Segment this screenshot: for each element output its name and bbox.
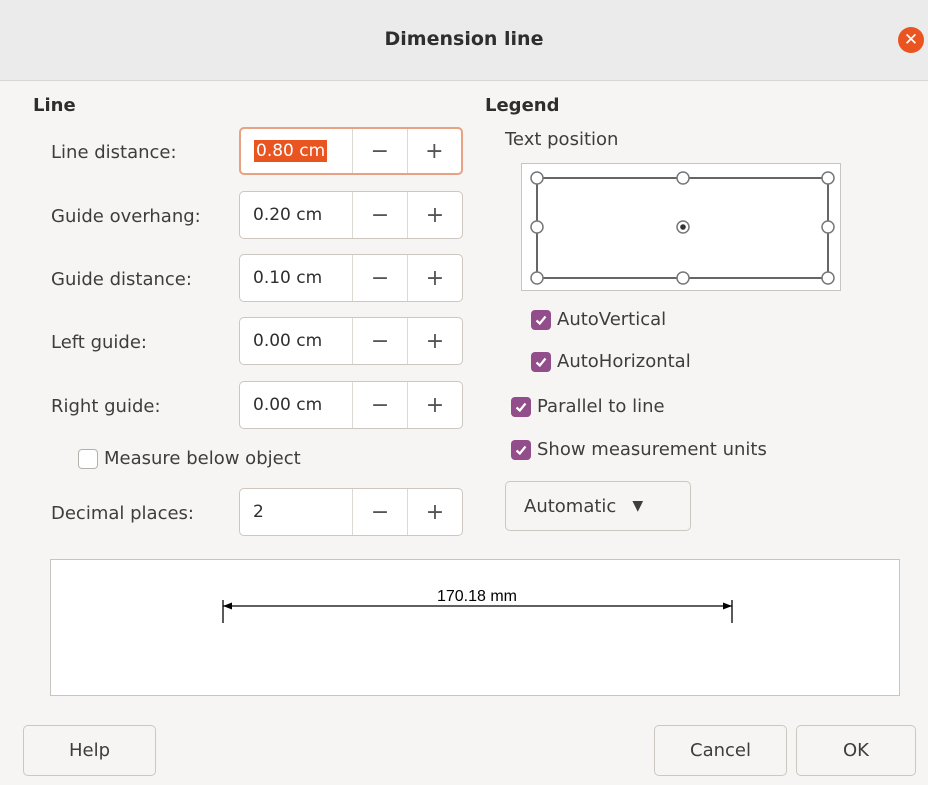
guide-distance-label: Guide distance: xyxy=(51,269,192,290)
minus-icon: − xyxy=(370,138,390,164)
right-guide-increment-button[interactable]: + xyxy=(407,382,462,428)
checkbox-unchecked-icon xyxy=(78,448,98,469)
cancel-button[interactable]: Cancel xyxy=(654,725,787,776)
minus-icon: − xyxy=(370,392,390,418)
parallel-to-line-label: Parallel to line xyxy=(537,396,665,417)
position-middle-right xyxy=(821,220,835,234)
right-guide-input[interactable]: 0.00 cm xyxy=(240,382,352,428)
plus-icon: + xyxy=(425,138,444,164)
minus-icon: − xyxy=(370,202,390,228)
checkmark-icon xyxy=(531,309,551,330)
dialog-title: Dimension line xyxy=(384,28,544,50)
decimal-places-label: Decimal places: xyxy=(51,503,194,524)
decimal-places-decrement-button[interactable]: − xyxy=(352,489,407,535)
left-guide-increment-button[interactable]: + xyxy=(407,318,462,364)
right-guide-decrement-button[interactable]: − xyxy=(352,382,407,428)
line-distance-input[interactable]: 0.80 cm xyxy=(241,129,352,173)
left-guide-label: Left guide: xyxy=(51,332,147,353)
close-icon: ✕ xyxy=(903,29,919,50)
guide-overhang-label: Guide overhang: xyxy=(51,206,201,227)
measurement-units-value: Automatic xyxy=(524,495,617,517)
legend-section-heading: Legend xyxy=(485,95,560,116)
minus-icon: − xyxy=(370,499,390,525)
text-position-grid xyxy=(530,171,835,285)
guide-overhang-spinbox: 0.20 cm − + xyxy=(239,191,463,239)
selected-position-dot xyxy=(680,224,686,230)
minus-icon: − xyxy=(370,265,390,291)
left-guide-spinbox: 0.00 cm − + xyxy=(239,317,463,365)
left-guide-decrement-button[interactable]: − xyxy=(352,318,407,364)
position-top-right xyxy=(821,171,835,185)
guide-distance-spinbox: 0.10 cm − + xyxy=(239,254,463,302)
dimension-preview: 170.18 mm xyxy=(50,559,900,696)
right-guide-label: Right guide: xyxy=(51,396,161,417)
help-button[interactable]: Help xyxy=(23,725,156,776)
line-distance-decrement-button[interactable]: − xyxy=(352,129,406,173)
guide-distance-input[interactable]: 0.10 cm xyxy=(240,255,352,301)
dropdown-arrow-icon: ▼ xyxy=(632,498,644,514)
plus-icon: + xyxy=(425,328,445,354)
decimal-places-spinbox: 2 − + xyxy=(239,488,463,536)
show-measurement-units-checkbox[interactable]: Show measurement units xyxy=(511,439,767,460)
decimal-places-increment-button[interactable]: + xyxy=(407,489,462,535)
text-position-label: Text position xyxy=(505,129,619,150)
line-distance-label: Line distance: xyxy=(51,142,177,163)
measurement-units-dropdown[interactable]: Automatic ▼ xyxy=(505,481,691,531)
left-guide-input[interactable]: 0.00 cm xyxy=(240,318,352,364)
minus-icon: − xyxy=(370,328,390,354)
position-bottom-right xyxy=(821,271,835,285)
dialog-titlebar: Dimension line ✕ xyxy=(0,0,928,81)
guide-overhang-decrement-button[interactable]: − xyxy=(352,192,407,238)
parallel-to-line-checkbox[interactable]: Parallel to line xyxy=(511,396,665,417)
plus-icon: + xyxy=(425,499,445,525)
show-measurement-units-label: Show measurement units xyxy=(537,439,767,460)
line-section-heading: Line xyxy=(33,95,76,116)
checkmark-icon xyxy=(531,351,551,372)
auto-horizontal-label: AutoHorizontal xyxy=(557,351,691,372)
plus-icon: + xyxy=(425,392,445,418)
measurement-text: 170.18 mm xyxy=(437,588,517,605)
plus-icon: + xyxy=(425,202,445,228)
close-button[interactable]: ✕ xyxy=(898,27,924,53)
line-distance-spinbox: 0.80 cm − + xyxy=(239,127,463,175)
guide-distance-decrement-button[interactable]: − xyxy=(352,255,407,301)
right-guide-spinbox: 0.00 cm − + xyxy=(239,381,463,429)
measure-below-label: Measure below object xyxy=(104,448,301,469)
ok-button[interactable]: OK xyxy=(796,725,916,776)
text-position-selector[interactable] xyxy=(521,163,841,291)
plus-icon: + xyxy=(425,265,445,291)
position-bottom-left xyxy=(530,271,544,285)
line-distance-increment-button[interactable]: + xyxy=(406,129,461,173)
right-arrowhead xyxy=(723,602,732,610)
position-middle-left xyxy=(530,220,544,234)
guide-overhang-increment-button[interactable]: + xyxy=(407,192,462,238)
position-top-left xyxy=(530,171,544,185)
position-top-center xyxy=(676,171,690,185)
checkmark-icon xyxy=(511,396,531,417)
auto-horizontal-checkbox[interactable]: AutoHorizontal xyxy=(531,351,691,372)
left-arrowhead xyxy=(223,602,232,610)
dimension-line-drawing: 170.18 mm xyxy=(222,588,733,623)
auto-vertical-label: AutoVertical xyxy=(557,309,667,330)
checkmark-icon xyxy=(511,439,531,460)
measure-below-checkbox[interactable]: Measure below object xyxy=(78,448,301,469)
auto-vertical-checkbox[interactable]: AutoVertical xyxy=(531,309,666,330)
position-bottom-center xyxy=(676,271,690,285)
guide-overhang-input[interactable]: 0.20 cm xyxy=(240,192,352,238)
guide-distance-increment-button[interactable]: + xyxy=(407,255,462,301)
decimal-places-input[interactable]: 2 xyxy=(240,489,352,535)
